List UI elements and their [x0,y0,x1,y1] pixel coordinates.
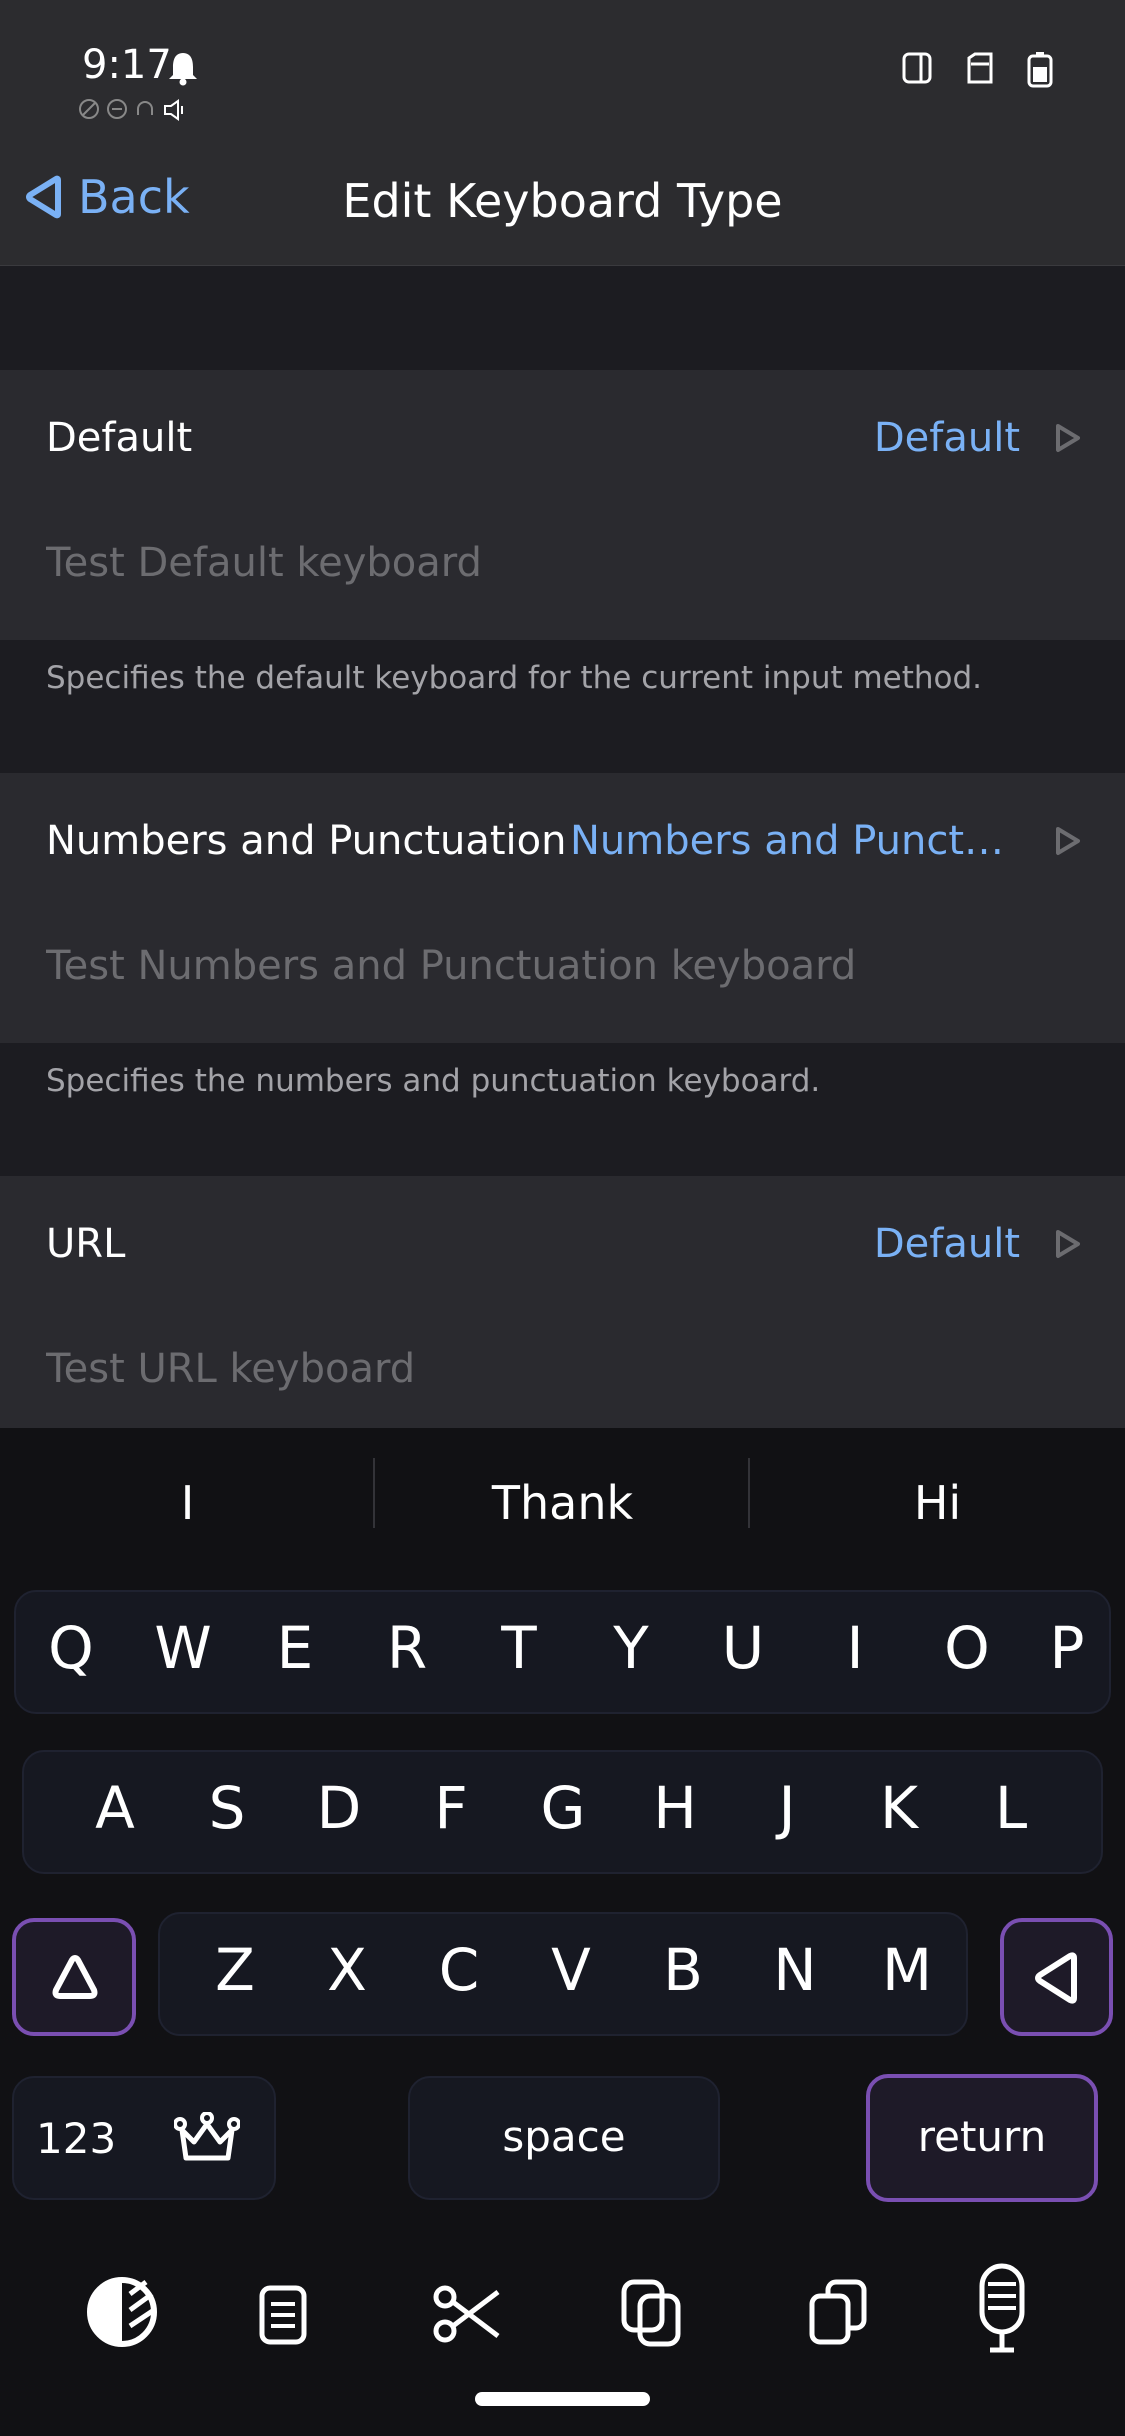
key-w[interactable]: W [128,1614,238,1682]
data-saver-icon [79,99,99,119]
shift-icon [52,1955,98,1999]
url-row-value[interactable]: Default [874,1221,1020,1267]
key-v[interactable]: V [516,1936,626,2004]
backspace-icon [1035,1952,1077,2004]
key-x[interactable]: X [292,1936,402,2004]
url-keyboard-section: URL Default [0,1176,1125,1446]
default-row-label: Default [46,415,193,461]
suggestion-2[interactable]: Thank [375,1476,750,1530]
status-icons-right [901,50,1055,88]
key-o[interactable]: O [912,1614,1022,1682]
key-r[interactable]: R [352,1614,462,1682]
key-b[interactable]: B [628,1936,738,2004]
navigation-bar: Back Edit Keyboard Type [0,140,1125,266]
key-i[interactable]: I [800,1614,910,1682]
disclosure-play-icon[interactable] [1051,1228,1083,1260]
key-k[interactable]: K [844,1774,954,1842]
test-url-keyboard-input[interactable] [46,1334,1046,1404]
url-row-label: URL [46,1221,126,1267]
theme-icon[interactable] [84,2274,160,2350]
key-a[interactable]: A [60,1774,170,1842]
numbers-footnote: Specifies the numbers and punctuation ke… [46,1063,821,1099]
numbers-row-value[interactable]: Numbers and Punctu… [570,818,1020,864]
microphone-icon[interactable] [976,2262,1028,2362]
space-key[interactable]: space [408,2076,720,2200]
return-key-label: return [917,2112,1047,2161]
key-u[interactable]: U [688,1614,798,1682]
speaker-icon [164,99,183,121]
key-row-3: Z X C V B N M [158,1912,968,2036]
key-z[interactable]: Z [180,1936,290,2004]
key-h[interactable]: H [620,1774,730,1842]
key-t[interactable]: T [464,1614,574,1682]
key-j[interactable]: J [732,1774,842,1842]
numbers-row-label: Numbers and Punctuation [46,818,567,864]
do-not-disturb-icon [107,99,127,119]
test-numbers-keyboard-input[interactable] [46,931,1046,1001]
headphones-icon [137,101,153,115]
key-p[interactable]: P [1022,1614,1112,1682]
key-n[interactable]: N [740,1936,850,2004]
suggestion-3[interactable]: Hi [750,1476,1125,1530]
key-q[interactable]: Q [16,1614,126,1682]
disclosure-play-icon[interactable] [1051,422,1083,454]
key-s[interactable]: S [172,1774,282,1842]
return-key[interactable]: return [866,2074,1098,2202]
status-time: 9:17 [82,42,172,88]
numbers-key-label: 123 [36,2114,117,2163]
shift-key[interactable] [12,1918,136,2036]
space-key-label: space [502,2112,626,2161]
status-icons-left [78,98,188,122]
status-bar: 9:17 [0,0,1125,140]
vibrate-icon [902,52,932,84]
crown-icon[interactable] [174,2112,240,2166]
copy-icon[interactable] [620,2278,684,2348]
key-f[interactable]: F [396,1774,506,1842]
key-row-1: Q W E R T Y U I O P [14,1590,1111,1714]
numbers-key[interactable]: 123 [12,2076,276,2200]
key-row-2: A S D F G H J K L [22,1750,1103,1874]
section-spacer [0,266,1125,370]
key-m[interactable]: M [852,1936,962,2004]
disclosure-play-icon[interactable] [1051,825,1083,857]
clipboard-icon[interactable] [258,2284,308,2346]
battery-icon [1027,52,1053,88]
keyboard-toolbar [0,2262,1125,2372]
suggestion-bar: I Thank Hi [0,1428,1125,1578]
home-indicator[interactable] [475,2392,650,2406]
default-row-value[interactable]: Default [874,415,1020,461]
key-c[interactable]: C [404,1936,514,2004]
default-keyboard-section: Default Default [0,370,1125,640]
test-default-keyboard-input[interactable] [46,528,1046,598]
key-g[interactable]: G [508,1774,618,1842]
key-l[interactable]: L [956,1774,1066,1842]
key-y[interactable]: Y [576,1614,686,1682]
key-e[interactable]: E [240,1614,350,1682]
numbers-punctuation-section: Numbers and Punctuation Numbers and Punc… [0,773,1125,1043]
sim-card-icon [967,52,993,84]
scissors-icon[interactable] [432,2282,502,2346]
paste-icon[interactable] [808,2278,870,2348]
default-footnote: Specifies the default keyboard for the c… [46,660,983,696]
backspace-key[interactable] [1000,1918,1113,2036]
notification-bell-icon [169,53,197,86]
page-title: Edit Keyboard Type [342,174,783,228]
key-d[interactable]: D [284,1774,394,1842]
suggestion-1[interactable]: I [0,1476,375,1530]
